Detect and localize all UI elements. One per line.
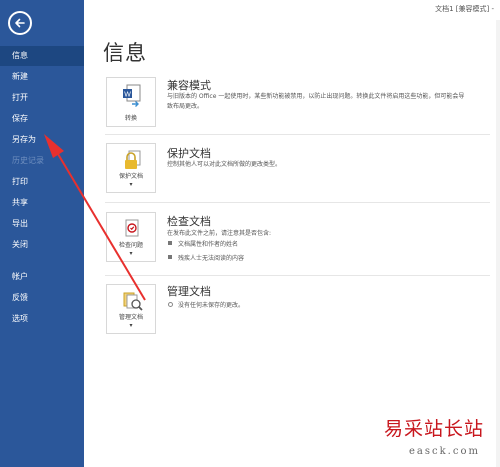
divider xyxy=(105,275,490,276)
watermark-logo: 易采站长站 xyxy=(384,418,485,440)
convert-button-label: 转换 xyxy=(124,115,137,122)
divider xyxy=(105,202,490,203)
protect-document-description: 控制其他人可以对此文档所做的更改类型。 xyxy=(167,161,282,168)
sidebar-item-save-as[interactable]: 另存为 xyxy=(0,130,84,150)
convert-button[interactable]: W 转换 xyxy=(106,77,156,127)
inspect-document-icon xyxy=(125,219,139,237)
check-issues-button-label: 检查问题 ▾ xyxy=(118,242,143,257)
protect-document-button[interactable]: 保护文档 ▾ xyxy=(106,143,156,193)
bullet-icon xyxy=(168,241,172,245)
manage-document-button[interactable]: 管理文档 ▾ xyxy=(106,284,156,334)
sidebar-item-export[interactable]: 导出 xyxy=(0,214,84,234)
sidebar-item-new[interactable]: 新建 xyxy=(0,67,84,87)
check-issues-button[interactable]: 检查问题 ▾ xyxy=(106,212,156,262)
sidebar-item-info[interactable]: 信息 xyxy=(0,46,84,66)
convert-document-icon: W xyxy=(123,84,141,107)
back-button[interactable] xyxy=(8,11,32,35)
bullet-icon xyxy=(168,255,172,259)
backstage-sidebar: 信息 新建 打开 保存 另存为 历史记录 打印 共享 导出 关闭 帐户 反馈 选… xyxy=(0,0,84,467)
inspect-document-description: 在发布此文件之前，请注意其是否包含: xyxy=(167,230,272,237)
watermark-url: easck.com xyxy=(409,446,480,457)
list-item: 没有任何未保存的更改。 xyxy=(168,301,244,310)
sidebar-item-print[interactable]: 打印 xyxy=(0,172,84,192)
sidebar-item-options[interactable]: 选项 xyxy=(0,309,84,329)
scrollbar[interactable] xyxy=(496,20,500,467)
manage-document-button-label: 管理文档 ▾ xyxy=(118,314,143,329)
lock-icon xyxy=(125,150,141,169)
manage-document-title: 管理文档 xyxy=(167,285,211,298)
divider xyxy=(105,134,490,135)
protect-document-title: 保护文档 xyxy=(167,147,211,160)
page-title: 信息 xyxy=(103,41,147,65)
inspect-document-title: 检查文档 xyxy=(167,215,211,228)
sidebar-item-share[interactable]: 共享 xyxy=(0,193,84,213)
sidebar-item-save[interactable]: 保存 xyxy=(0,109,84,129)
compat-mode-title: 兼容模式 xyxy=(167,79,211,92)
sidebar-item-open[interactable]: 打开 xyxy=(0,88,84,108)
sidebar-item-close[interactable]: 关闭 xyxy=(0,235,84,255)
compat-mode-description: 与旧版本的 Office 一起使用时，某些新功能被禁用，以防止出现问题。转换此文… xyxy=(167,93,465,110)
list-item: 残疾人士无法阅读的内容 xyxy=(168,254,244,263)
svg-text:W: W xyxy=(124,92,131,99)
sidebar-item-history: 历史记录 xyxy=(12,156,44,165)
sidebar-item-account[interactable]: 帐户 xyxy=(0,267,84,287)
window-title: 文档1 [兼容模式] - xyxy=(435,5,494,13)
protect-document-button-label: 保护文档 ▾ xyxy=(118,173,143,188)
manage-document-icon xyxy=(123,292,143,311)
document-status-icon xyxy=(168,302,173,307)
arrow-left-icon xyxy=(15,18,25,28)
list-item: 文档属性和作者的姓名 xyxy=(168,240,238,249)
sidebar-item-feedback[interactable]: 反馈 xyxy=(0,288,84,308)
